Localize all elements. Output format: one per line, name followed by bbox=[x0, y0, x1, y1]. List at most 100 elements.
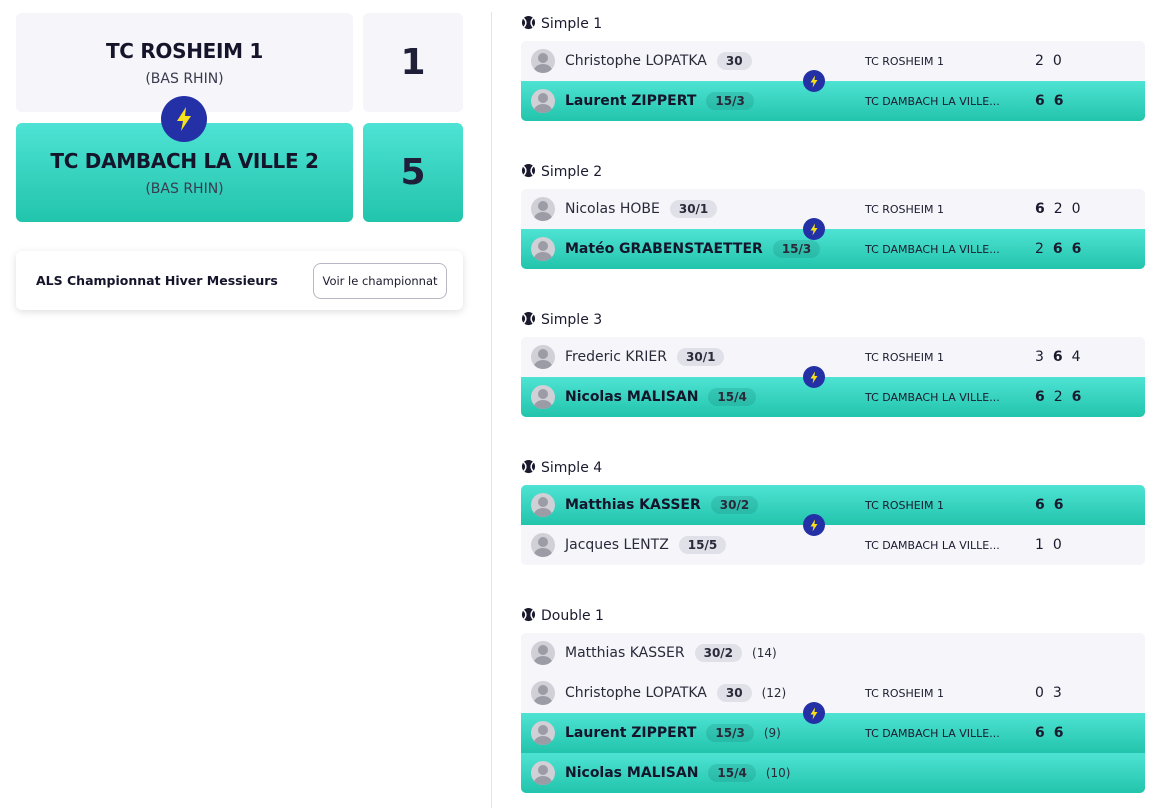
match-title: Simple 1 bbox=[541, 16, 603, 32]
player-rank-badge: 30/1 bbox=[677, 348, 725, 366]
avatar-icon bbox=[531, 345, 555, 369]
set-scores: 20 bbox=[1035, 53, 1062, 69]
player-points: (12) bbox=[761, 686, 787, 700]
player-row: Jacques LENTZ 15/5 TC DAMBACH LA VILLE... 1… bbox=[521, 525, 1145, 565]
player-name[interactable]: Matthias KASSER bbox=[565, 497, 701, 513]
avatar-icon bbox=[531, 721, 555, 745]
championship-title: ALS Championnat Hiver Messieurs bbox=[36, 273, 278, 288]
match-header: Simple 2 bbox=[521, 162, 602, 182]
tennis-ball-icon bbox=[521, 607, 536, 626]
player-rank-badge: 15/3 bbox=[706, 724, 754, 742]
player-row: Frederic KRIER 30/1 TC ROSHEIM 1 364 bbox=[521, 337, 1145, 377]
lightning-bolt-icon bbox=[803, 702, 825, 724]
avatar-icon bbox=[531, 89, 555, 113]
player-info: Frederic KRIER 30/1 bbox=[565, 348, 725, 366]
match-card: Nicolas HOBE 30/1 TC ROSHEIM 1 6 2 0 Matéo GRA… bbox=[521, 189, 1145, 269]
player-info: Christophe LOPATKA 30 (12) bbox=[565, 684, 786, 702]
player-info: Nicolas MALISAN 15/4 bbox=[565, 388, 756, 406]
player-points: (14) bbox=[752, 646, 777, 660]
avatar-icon bbox=[531, 681, 555, 705]
set-score: 6 bbox=[1053, 725, 1064, 741]
avatar-icon bbox=[531, 237, 555, 261]
match-header: Double 1 bbox=[521, 606, 604, 626]
club-name: TC DAMBACH LA VILLE... bbox=[865, 242, 1000, 256]
player-row: Christophe LOPATKA 30 (12) TC ROSHEIM 1 03 bbox=[521, 673, 1145, 713]
club-name: TC DAMBACH LA VILLE... bbox=[865, 726, 1000, 740]
set-scores: 03 bbox=[1035, 685, 1062, 701]
lightning-bolt-icon bbox=[803, 514, 825, 536]
set-score: 0 bbox=[1035, 685, 1044, 701]
set-score: 6 bbox=[1053, 93, 1064, 109]
avatar-icon bbox=[531, 385, 555, 409]
player-name[interactable]: Laurent ZIPPERT bbox=[565, 725, 696, 741]
set-score: 0 bbox=[1071, 201, 1081, 217]
player-row: Nicolas MALISAN 15/4 TC DAMBACH LA VILLE..… bbox=[521, 377, 1145, 417]
view-championship-button[interactable]: Voir le championnat bbox=[313, 262, 447, 299]
player-row: Nicolas MALISAN 15/4 (10) bbox=[521, 753, 1145, 793]
match-title: Double 1 bbox=[541, 608, 604, 624]
player-name[interactable]: Jacques LENTZ bbox=[565, 537, 669, 553]
player-points: (10) bbox=[765, 766, 791, 780]
player-row: Christophe LOPATKA 30 TC ROSHEIM 1 20 bbox=[521, 41, 1145, 81]
player-rank-badge: 15/5 bbox=[678, 536, 727, 554]
player-row: Laurent ZIPPERT 15/3 (9) TC DAMBACH LA VILL… bbox=[521, 713, 1145, 753]
club-name: TC DAMBACH LA VILLE... bbox=[865, 390, 1000, 404]
player-name[interactable]: Nicolas MALISAN bbox=[565, 389, 698, 405]
club-name: TC ROSHEIM 1 bbox=[865, 498, 944, 512]
set-score: 2 bbox=[1035, 241, 1044, 257]
match-card: Matthias KASSER 30/2 (14) Christophe LOPATK… bbox=[521, 633, 1145, 793]
panel-divider bbox=[491, 12, 492, 808]
set-score: 0 bbox=[1052, 53, 1062, 69]
player-rank-badge: 15/3 bbox=[706, 92, 754, 110]
player-name[interactable]: Christophe LOPATKA bbox=[565, 685, 707, 701]
player-name[interactable]: Nicolas HOBE bbox=[565, 201, 660, 217]
player-name[interactable]: Nicolas MALISAN bbox=[565, 765, 698, 781]
player-name[interactable]: Matthias KASSER bbox=[565, 645, 685, 661]
set-scores: 66 bbox=[1035, 725, 1064, 741]
player-row: Matthias KASSER 30/2 (14) bbox=[521, 633, 1145, 673]
set-scores: 364 bbox=[1035, 349, 1081, 365]
player-name[interactable]: Frederic KRIER bbox=[565, 349, 667, 365]
tennis-ball-icon bbox=[521, 459, 536, 478]
set-score: 6 bbox=[1035, 93, 1045, 109]
player-info: Nicolas MALISAN 15/4 (10) bbox=[565, 764, 791, 782]
player-points: (9) bbox=[763, 726, 781, 740]
match-header: Simple 3 bbox=[521, 310, 602, 330]
match-title: Simple 3 bbox=[541, 312, 603, 328]
club-name: TC ROSHEIM 1 bbox=[865, 686, 944, 700]
tennis-ball-icon bbox=[521, 311, 536, 330]
player-rank-badge: 30/2 bbox=[694, 644, 743, 662]
player-info: Matthias KASSER 30/2 bbox=[565, 496, 759, 514]
set-score: 6 bbox=[1035, 725, 1045, 741]
player-rank-badge: 15/4 bbox=[708, 764, 756, 782]
player-info: Laurent ZIPPERT 15/3 (9) bbox=[565, 724, 781, 742]
match-card: Christophe LOPATKA 30 TC ROSHEIM 1 2 0 Lauren… bbox=[521, 41, 1145, 121]
player-info: Jacques LENTZ 15/5 bbox=[565, 536, 727, 554]
avatar-icon bbox=[531, 493, 555, 517]
player-rank-badge: 30 bbox=[716, 684, 752, 702]
player-name[interactable]: Christophe LOPATKA bbox=[565, 53, 707, 69]
set-score: 6 bbox=[1052, 349, 1063, 365]
match-title: Simple 2 bbox=[541, 164, 603, 180]
player-info: Matéo GRABENSTAETTER 15/3 bbox=[565, 240, 821, 258]
set-score: 6 bbox=[1071, 389, 1082, 405]
lightning-bolt-icon bbox=[161, 96, 207, 142]
set-scores: 266 bbox=[1035, 241, 1081, 257]
set-score: 0 bbox=[1052, 537, 1062, 553]
club-name: TC ROSHEIM 1 bbox=[865, 202, 944, 216]
avatar-icon bbox=[531, 641, 555, 665]
club-name: TC ROSHEIM 1 bbox=[865, 54, 944, 68]
match-card: Frederic KRIER 30/1 TC ROSHEIM 1 3 6 4 Nicolas… bbox=[521, 337, 1145, 417]
set-scores: 66 bbox=[1035, 93, 1064, 109]
player-row: Matthias KASSER 30/2 TC ROSHEIM 1 66 bbox=[521, 485, 1145, 525]
set-score: 2 bbox=[1053, 389, 1063, 405]
player-rank-badge: 30/1 bbox=[669, 200, 718, 218]
set-scores: 620 bbox=[1035, 201, 1081, 217]
player-name[interactable]: Laurent ZIPPERT bbox=[565, 93, 696, 109]
set-score: 6 bbox=[1071, 241, 1082, 257]
home-team-region: (BAS RHIN) bbox=[145, 70, 224, 87]
player-name[interactable]: Matéo GRABENSTAETTER bbox=[565, 241, 763, 257]
home-team-score: 1 bbox=[363, 13, 463, 112]
home-team-name: TC ROSHEIM 1 bbox=[105, 38, 264, 63]
match-header: Simple 1 bbox=[521, 14, 602, 34]
